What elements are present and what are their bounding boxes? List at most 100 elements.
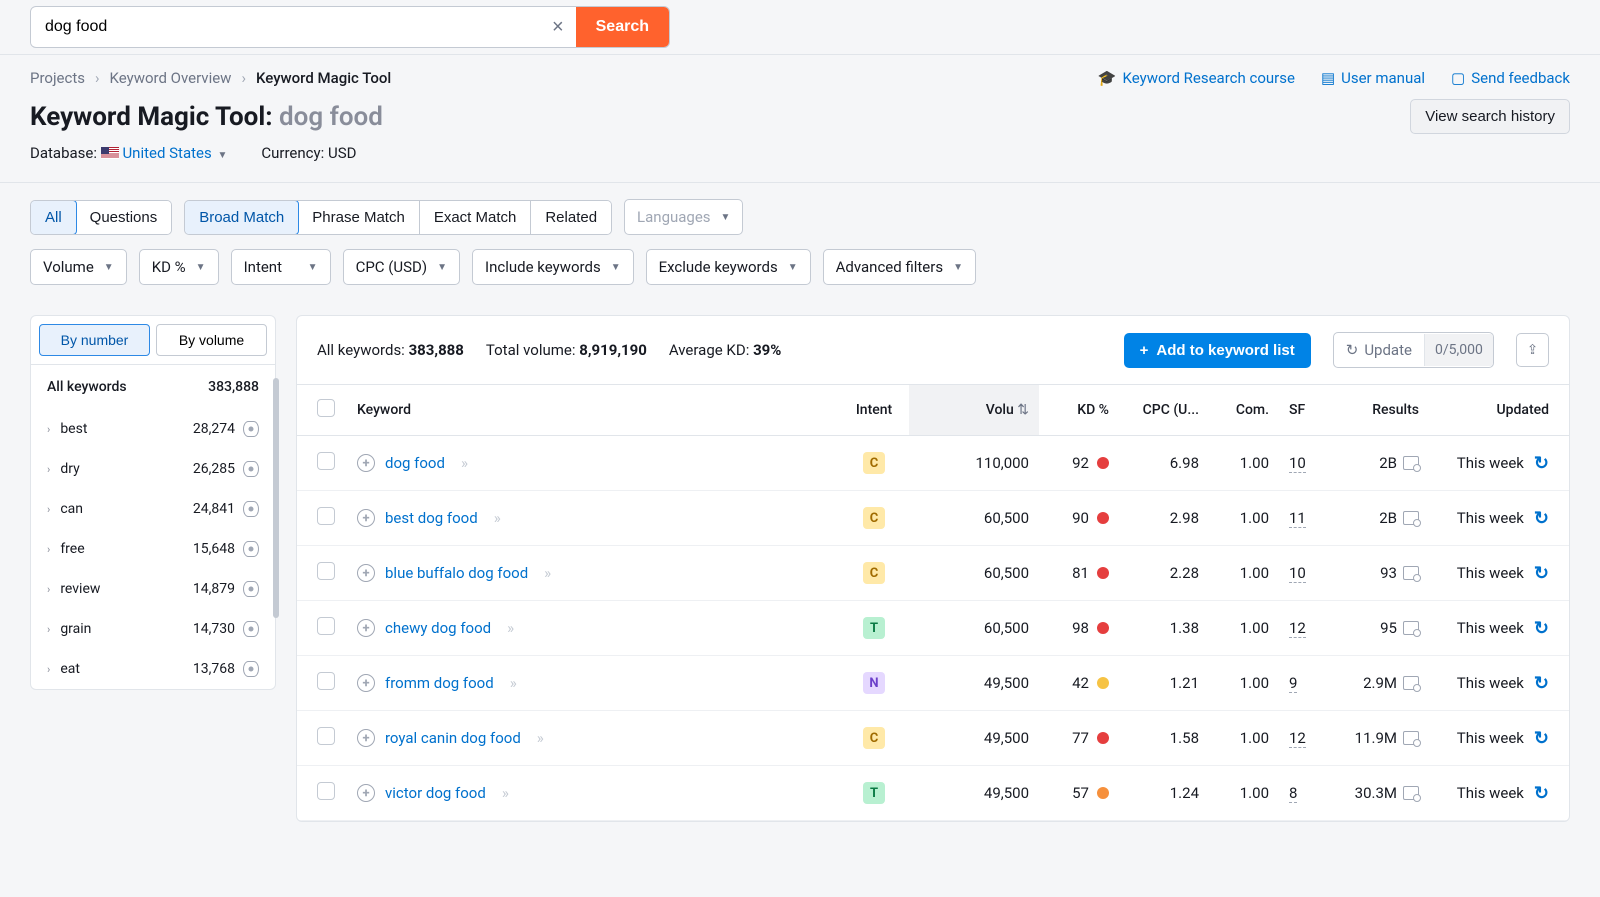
eye-icon[interactable] <box>243 541 259 557</box>
sidebar-group-item[interactable]: › free 15,648 <box>31 529 275 569</box>
tab-questions[interactable]: Questions <box>76 201 172 234</box>
expand-icon[interactable]: » <box>537 729 541 747</box>
keyword-link[interactable]: dog food <box>385 454 445 472</box>
sidebar-tab-by-number[interactable]: By number <box>39 324 150 356</box>
keyword-link[interactable]: royal canin dog food <box>385 729 521 747</box>
crumb-keyword-overview[interactable]: Keyword Overview <box>110 69 232 87</box>
row-checkbox[interactable] <box>317 507 335 525</box>
serp-icon[interactable] <box>1403 731 1419 745</box>
add-keyword-icon[interactable]: + <box>357 784 375 802</box>
expand-icon[interactable]: » <box>510 674 514 692</box>
include-keywords-filter[interactable]: Include keywords▼ <box>472 249 634 285</box>
sidebar-group-item[interactable]: › eat 13,768 <box>31 649 275 689</box>
col-results[interactable]: Results <box>1329 385 1429 436</box>
sidebar-scrollbar[interactable] <box>273 378 279 618</box>
keyword-link[interactable]: blue buffalo dog food <box>385 564 528 582</box>
expand-icon[interactable]: » <box>502 784 506 802</box>
sf-value[interactable]: 11 <box>1289 509 1306 528</box>
select-all-checkbox[interactable] <box>317 399 335 417</box>
serp-icon[interactable] <box>1403 456 1419 470</box>
row-checkbox[interactable] <box>317 782 335 800</box>
serp-icon[interactable] <box>1403 511 1419 525</box>
tab-broad-match[interactable]: Broad Match <box>184 200 299 235</box>
col-cpc[interactable]: CPC (U... <box>1119 385 1209 436</box>
tab-exact-match[interactable]: Exact Match <box>420 201 532 234</box>
refresh-row-icon[interactable]: ↻ <box>1534 508 1549 529</box>
sidebar-group-item[interactable]: › review 14,879 <box>31 569 275 609</box>
refresh-row-icon[interactable]: ↻ <box>1534 453 1549 474</box>
sidebar-group-item[interactable]: › dry 26,285 <box>31 449 275 489</box>
row-checkbox[interactable] <box>317 617 335 635</box>
add-keyword-icon[interactable]: + <box>357 729 375 747</box>
row-checkbox[interactable] <box>317 727 335 745</box>
keyword-link[interactable]: chewy dog food <box>385 619 491 637</box>
exclude-keywords-filter[interactable]: Exclude keywords▼ <box>646 249 811 285</box>
eye-icon[interactable] <box>243 581 259 597</box>
tab-all[interactable]: All <box>30 200 77 235</box>
send-feedback-link[interactable]: ▢Send feedback <box>1451 69 1570 87</box>
refresh-row-icon[interactable]: ↻ <box>1534 728 1549 749</box>
sf-value[interactable]: 12 <box>1289 729 1306 748</box>
add-keyword-icon[interactable]: + <box>357 619 375 637</box>
col-com[interactable]: Com. <box>1209 385 1279 436</box>
eye-icon[interactable] <box>243 621 259 637</box>
keyword-research-course-link[interactable]: 🎓Keyword Research course <box>1098 69 1295 87</box>
col-sf[interactable]: SF <box>1279 385 1329 436</box>
eye-icon[interactable] <box>243 661 259 677</box>
kd-filter[interactable]: KD %▼ <box>139 249 219 285</box>
expand-icon[interactable]: » <box>494 509 498 527</box>
refresh-row-icon[interactable]: ↻ <box>1534 673 1549 694</box>
expand-icon[interactable]: » <box>461 454 465 472</box>
add-keyword-icon[interactable]: + <box>357 454 375 472</box>
add-keyword-icon[interactable]: + <box>357 509 375 527</box>
sf-value[interactable]: 8 <box>1289 784 1297 803</box>
sidebar-group-item[interactable]: › best 28,274 <box>31 409 275 449</box>
user-manual-link[interactable]: ▤User manual <box>1321 69 1425 87</box>
col-keyword[interactable]: Keyword <box>347 385 839 436</box>
col-updated[interactable]: Updated <box>1429 385 1569 436</box>
add-to-keyword-list-button[interactable]: +Add to keyword list <box>1124 333 1311 368</box>
refresh-row-icon[interactable]: ↻ <box>1534 563 1549 584</box>
update-button[interactable]: ↻Update <box>1334 333 1424 367</box>
eye-icon[interactable] <box>243 501 259 517</box>
serp-icon[interactable] <box>1403 676 1419 690</box>
search-button[interactable]: Search <box>576 7 669 47</box>
sf-value[interactable]: 10 <box>1289 564 1306 583</box>
sidebar-group-item[interactable]: › can 24,841 <box>31 489 275 529</box>
intent-filter[interactable]: Intent▼ <box>231 249 331 285</box>
add-keyword-icon[interactable]: + <box>357 564 375 582</box>
eye-icon[interactable] <box>243 421 259 437</box>
row-checkbox[interactable] <box>317 452 335 470</box>
volume-filter[interactable]: Volume▼ <box>30 249 127 285</box>
languages-dropdown[interactable]: Languages▼ <box>624 199 743 235</box>
refresh-row-icon[interactable]: ↻ <box>1534 783 1549 804</box>
expand-icon[interactable]: » <box>544 564 548 582</box>
sf-value[interactable]: 9 <box>1289 674 1297 693</box>
refresh-row-icon[interactable]: ↻ <box>1534 618 1549 639</box>
clear-icon[interactable]: × <box>540 16 576 39</box>
col-intent[interactable]: Intent <box>839 385 909 436</box>
col-volume[interactable]: Volu ⇅ <box>909 385 1039 436</box>
sf-value[interactable]: 12 <box>1289 619 1306 638</box>
serp-icon[interactable] <box>1403 566 1419 580</box>
add-keyword-icon[interactable]: + <box>357 674 375 692</box>
expand-icon[interactable]: » <box>507 619 511 637</box>
tab-related[interactable]: Related <box>531 201 611 234</box>
row-checkbox[interactable] <box>317 562 335 580</box>
tab-phrase-match[interactable]: Phrase Match <box>298 201 420 234</box>
search-input[interactable] <box>31 8 540 46</box>
col-kd[interactable]: KD % <box>1039 385 1119 436</box>
sidebar-all-keywords-label[interactable]: All keywords <box>47 379 127 395</box>
eye-icon[interactable] <box>243 461 259 477</box>
keyword-link[interactable]: fromm dog food <box>385 674 494 692</box>
sf-value[interactable]: 10 <box>1289 454 1306 473</box>
crumb-projects[interactable]: Projects <box>30 69 85 87</box>
keyword-link[interactable]: victor dog food <box>385 784 486 802</box>
serp-icon[interactable] <box>1403 621 1419 635</box>
row-checkbox[interactable] <box>317 672 335 690</box>
export-button[interactable]: ⇪ <box>1516 333 1549 367</box>
keyword-link[interactable]: best dog food <box>385 509 478 527</box>
serp-icon[interactable] <box>1403 786 1419 800</box>
advanced-filters[interactable]: Advanced filters▼ <box>823 249 976 285</box>
view-search-history-button[interactable]: View search history <box>1410 99 1570 134</box>
